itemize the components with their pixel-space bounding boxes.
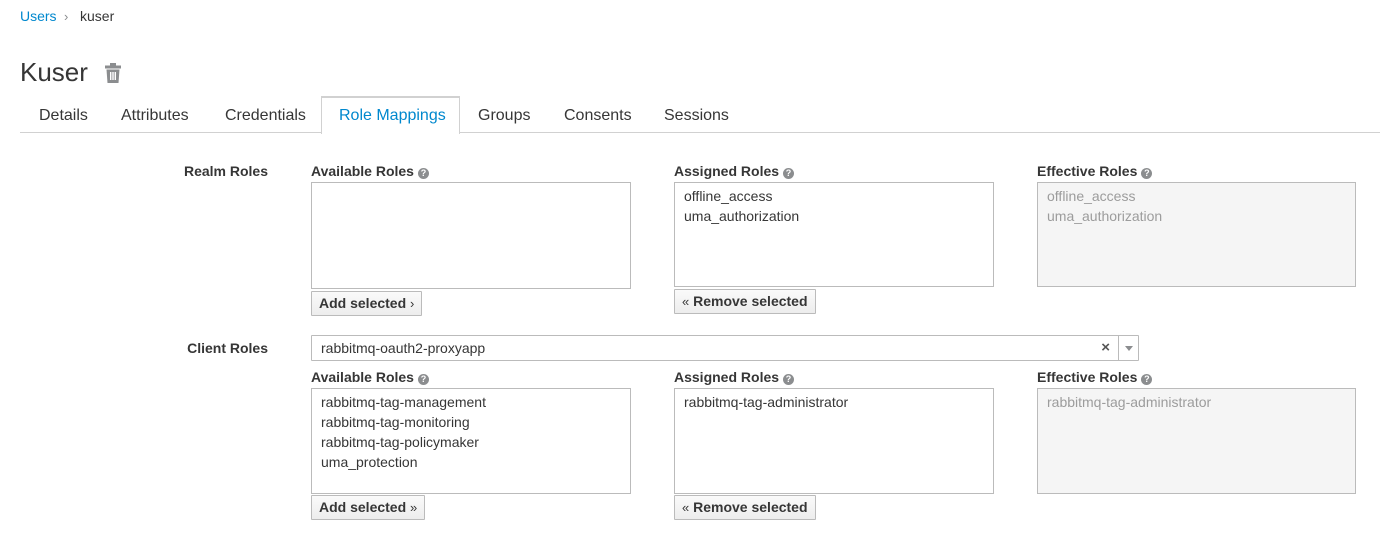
client-available-list[interactable]: rabbitmq-tag-management rabbitmq-tag-mon… [311, 388, 631, 494]
select-toggle[interactable] [1118, 336, 1138, 360]
help-icon[interactable]: ? [417, 168, 429, 179]
help-icon[interactable]: ? [1141, 374, 1153, 385]
help-icon[interactable]: ? [417, 374, 429, 385]
realm-add-selected-button[interactable]: Add selected › [311, 291, 423, 316]
clear-icon[interactable]: × [1101, 339, 1110, 356]
client-assigned-heading: Assigned Roles? [674, 369, 795, 385]
double-chevron-right-icon: » [410, 500, 418, 515]
tab-groups[interactable]: Groups [460, 96, 548, 133]
chevron-left-icon: « [682, 294, 690, 309]
help-icon[interactable]: ? [1141, 168, 1153, 179]
tab-role-mappings[interactable]: Role Mappings [321, 96, 460, 134]
breadcrumb-current: kuser [80, 8, 115, 24]
help-icon[interactable]: ? [783, 168, 795, 179]
list-item[interactable]: rabbitmq-tag-policymaker [312, 432, 630, 452]
client-add-selected-button[interactable]: Add selected » [311, 495, 426, 520]
client-effective-heading: Effective Roles? [1037, 369, 1153, 385]
realm-assigned-heading: Assigned Roles? [674, 163, 795, 179]
double-chevron-left-icon: « [682, 500, 690, 515]
tab-credentials[interactable]: Credentials [207, 96, 324, 133]
trash-icon[interactable] [104, 63, 122, 83]
list-item[interactable]: offline_access [675, 186, 993, 206]
list-item[interactable]: rabbitmq-tag-management [312, 392, 630, 412]
chevron-down-icon [1125, 346, 1133, 351]
realm-effective-heading: Effective Roles? [1037, 163, 1153, 179]
list-item[interactable]: rabbitmq-tag-monitoring [312, 412, 630, 432]
client-remove-selected-label: Remove selected [693, 499, 808, 515]
list-item[interactable]: rabbitmq-tag-administrator [675, 392, 993, 412]
page-title: Kuser [20, 57, 88, 87]
breadcrumb-users-link[interactable]: Users [20, 8, 57, 24]
realm-roles-label: Realm Roles [183, 163, 268, 179]
realm-effective-heading-text: Effective Roles [1037, 163, 1138, 179]
help-icon[interactable]: ? [783, 374, 795, 385]
list-item: uma_authorization [1047, 208, 1163, 224]
list-item[interactable]: uma_protection [312, 452, 630, 472]
client-add-selected-label: Add selected [319, 499, 407, 515]
list-item[interactable]: uma_authorization [675, 206, 993, 226]
client-select[interactable]: rabbitmq-oauth2-proxyapp × [311, 335, 1139, 361]
client-select-value: rabbitmq-oauth2-proxyapp [321, 340, 486, 356]
list-item: offline_access [1047, 188, 1136, 204]
tab-consents[interactable]: Consents [546, 96, 650, 133]
chevron-right-icon: › [410, 296, 415, 311]
realm-remove-selected-button[interactable]: « Remove selected [674, 289, 816, 314]
client-remove-selected-button[interactable]: « Remove selected [674, 495, 816, 520]
client-effective-heading-text: Effective Roles [1037, 369, 1138, 385]
client-available-heading: Available Roles? [311, 369, 429, 385]
list-item: rabbitmq-tag-administrator [1047, 394, 1212, 410]
realm-available-heading: Available Roles? [311, 163, 429, 179]
tab-sessions[interactable]: Sessions [646, 96, 747, 133]
client-available-heading-text: Available Roles [311, 369, 414, 385]
realm-assigned-list[interactable]: offline_access uma_authorization [674, 182, 994, 287]
realm-add-selected-label: Add selected [319, 295, 407, 311]
realm-assigned-heading-text: Assigned Roles [674, 163, 780, 179]
client-assigned-heading-text: Assigned Roles [674, 369, 780, 385]
tab-attributes[interactable]: Attributes [103, 96, 207, 133]
realm-available-list[interactable] [311, 182, 631, 289]
realm-effective-list: offline_access uma_authorization [1037, 182, 1356, 287]
tab-details[interactable]: Details [21, 96, 106, 133]
client-assigned-list[interactable]: rabbitmq-tag-administrator [674, 388, 994, 494]
breadcrumb-separator-icon: › [64, 9, 69, 24]
client-effective-list: rabbitmq-tag-administrator [1037, 388, 1356, 494]
realm-available-heading-text: Available Roles [311, 163, 414, 179]
realm-remove-selected-label: Remove selected [693, 293, 808, 309]
client-roles-label: Client Roles [187, 340, 268, 356]
